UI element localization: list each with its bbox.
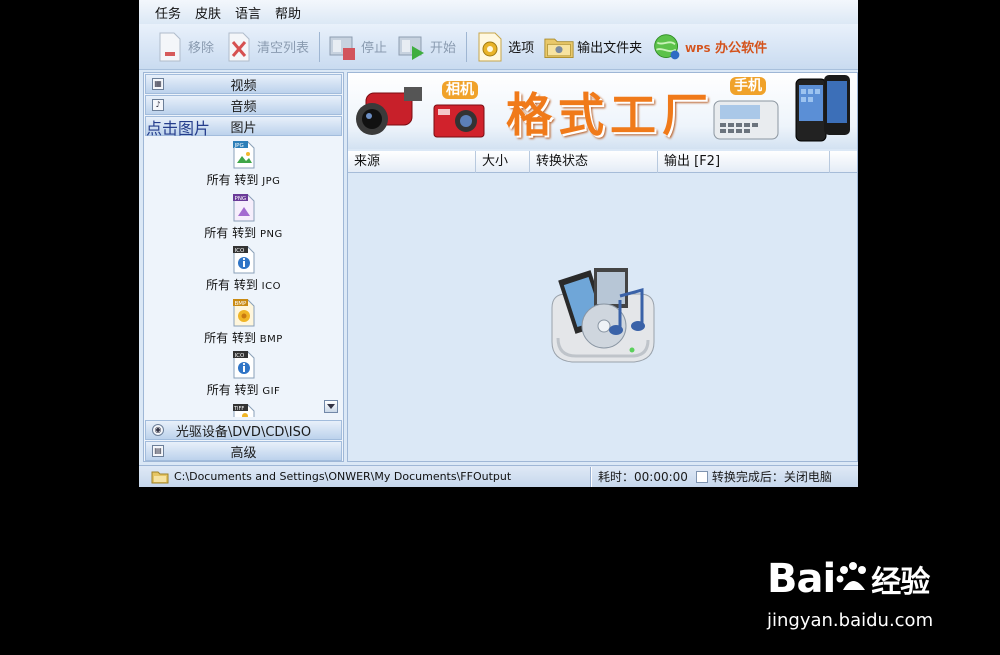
format-item-gif[interactable]: ICO 所有 转到 GIF <box>144 347 343 400</box>
svg-text:TIFF: TIFF <box>233 406 244 412</box>
menu-skin[interactable]: 皮肤 <box>195 3 221 22</box>
wps-label: WPS 办公软件 <box>685 41 768 56</box>
start-icon <box>397 32 427 62</box>
remove-icon <box>155 32 185 62</box>
svg-text:JPG: JPG <box>233 143 243 149</box>
watermark-url: jingyan.baidu.com <box>767 610 934 631</box>
output-folder-icon[interactable] <box>151 470 169 484</box>
stop-button[interactable]: 停止 <box>328 28 387 66</box>
stop-icon <box>328 32 358 62</box>
category-advanced-label: 高级 <box>230 445 257 461</box>
music-note-icon: ♪ <box>152 99 164 111</box>
task-table-header: 来源 大小 转换状态 输出 [F2] <box>348 151 857 173</box>
format-item-label: 所有 转到 GIF <box>206 383 281 397</box>
column-status[interactable]: 转换状态 <box>530 151 658 173</box>
shutdown-after-checkbox[interactable] <box>695 470 708 483</box>
format-factory-logo <box>551 268 655 363</box>
toolbar-separator <box>319 31 321 62</box>
paw-icon <box>836 562 867 590</box>
clear-list-icon <box>224 32 254 62</box>
gif-file-icon: ICO <box>232 351 255 379</box>
clear-list-button[interactable]: 清空列表 <box>224 28 309 66</box>
clear-list-label: 清空列表 <box>257 41 310 56</box>
format-item-label: 所有 转到 BMP <box>204 330 283 345</box>
status-bar: C:\Documents and Settings\ONWER\My Docum… <box>139 465 858 487</box>
gear-icon <box>475 32 505 62</box>
jpg-file-icon: JPG <box>232 141 255 169</box>
menu-language[interactable]: 语言 <box>235 3 261 22</box>
format-list: JPG 所有 转到 JPG PNG 所有 转到 PNG ICO 所有 转到 IC… <box>144 137 343 417</box>
format-item-bmp[interactable]: BMP 所有 转到 BMP <box>144 295 343 348</box>
category-picture-label: 图片 <box>230 120 257 136</box>
svg-text:ICO: ICO <box>234 248 244 254</box>
video-icon: ▦ <box>152 78 164 90</box>
camcorder-icon <box>356 87 422 135</box>
banner: 相机 格式工厂 手机 <box>348 73 857 149</box>
advanced-icon: ▤ <box>152 445 164 457</box>
menu-help[interactable]: 帮助 <box>275 3 301 22</box>
category-video-label: 视频 <box>230 78 257 94</box>
svg-text:PNG: PNG <box>234 196 246 202</box>
category-audio-label: 音频 <box>230 99 257 115</box>
svg-text:BMP: BMP <box>234 301 247 307</box>
column-extra <box>830 151 857 173</box>
options-label: 选项 <box>508 41 535 56</box>
elapsed-time: 耗时：00:00:00 <box>598 470 688 484</box>
bmp-file-icon: BMP <box>232 298 255 327</box>
category-video[interactable]: ▦ 视频 <box>145 74 342 94</box>
column-output[interactable]: 输出 [F2] <box>658 151 830 173</box>
category-audio[interactable]: ♪ 音频 <box>145 95 342 115</box>
category-advanced[interactable]: ▤ 高级 <box>145 441 342 461</box>
wps-office-link[interactable]: WPS 办公软件 <box>652 28 767 66</box>
options-button[interactable]: 选项 <box>475 28 534 66</box>
format-item-label: 所有 转到 PNG <box>204 225 283 240</box>
scroll-down-button[interactable] <box>324 400 338 413</box>
menu-bar: 任务 皮肤 语言 帮助 <box>139 0 858 24</box>
ico-file-icon: ICO <box>232 246 255 274</box>
banner-title: 格式工厂 <box>506 88 714 142</box>
click-picture-hint: 点击图片 <box>146 119 211 138</box>
category-bottom-group: ◉ 光驱设备\DVD\CD\ISO ▤ 高级 <box>144 419 343 462</box>
output-path: C:\Documents and Settings\ONWER\My Docum… <box>174 470 512 483</box>
task-panel: 相机 格式工厂 手机 来源 大小 转换状态 输出 [F2] <box>347 72 858 462</box>
start-label: 开始 <box>430 41 457 56</box>
camera-icon <box>433 104 485 138</box>
tiff-file-icon: TIFF <box>232 403 255 417</box>
svg-text:ICO: ICO <box>234 353 244 359</box>
category-panel: ▦ 视频 ♪ 音频 图片 点击图片 JPG 所有 转到 JPG PNG 所有 转… <box>143 72 344 462</box>
folder-icon <box>544 32 574 62</box>
column-size[interactable]: 大小 <box>476 151 530 173</box>
format-factory-window: 任务 皮肤 语言 帮助 移除 清空列表 停止 开始 选项 输出文件夹 WPS 办… <box>139 0 858 487</box>
phone-tag: 手机 <box>730 77 766 95</box>
remove-button[interactable]: 移除 <box>155 28 214 66</box>
task-list[interactable] <box>348 174 857 461</box>
format-item-png[interactable]: PNG 所有 转到 PNG <box>144 190 343 243</box>
slider-phone-icon <box>713 100 779 140</box>
column-source[interactable]: 来源 <box>348 151 476 173</box>
baidu-watermark: Bai 经验 jingyan.baidu.com <box>765 548 965 638</box>
toolbar-separator <box>466 31 468 62</box>
shutdown-after-label: 转换完成后：关闭电脑 <box>711 470 832 484</box>
category-optical-drive[interactable]: ◉ 光驱设备\DVD\CD\ISO <box>145 420 342 440</box>
png-file-icon: PNG <box>232 193 255 222</box>
format-item-jpg[interactable]: JPG 所有 转到 JPG <box>144 137 343 190</box>
format-item-ico[interactable]: ICO 所有 转到 ICO <box>144 242 343 295</box>
menu-task[interactable]: 任务 <box>155 3 181 22</box>
watermark-brand: Bai 经验 <box>767 556 930 602</box>
output-folder-button[interactable]: 输出文件夹 <box>544 28 642 66</box>
stop-label: 停止 <box>361 41 388 56</box>
format-item-tiff[interactable]: TIFF <box>144 400 343 417</box>
format-item-label: 所有 转到 ICO <box>206 278 281 292</box>
disc-icon: ◉ <box>152 424 164 436</box>
wps-globe-icon <box>652 32 682 62</box>
camera-tag: 相机 <box>442 81 478 99</box>
category-optical-label: 光驱设备\DVD\CD\ISO <box>175 424 312 440</box>
output-folder-label: 输出文件夹 <box>577 41 643 56</box>
remove-label: 移除 <box>188 41 215 56</box>
format-item-label: 所有 转到 JPG <box>206 173 281 187</box>
smartphone-icon <box>795 75 850 142</box>
toolbar: 移除 清空列表 停止 开始 选项 输出文件夹 WPS 办公软件 <box>139 24 858 70</box>
start-button[interactable]: 开始 <box>397 28 456 66</box>
